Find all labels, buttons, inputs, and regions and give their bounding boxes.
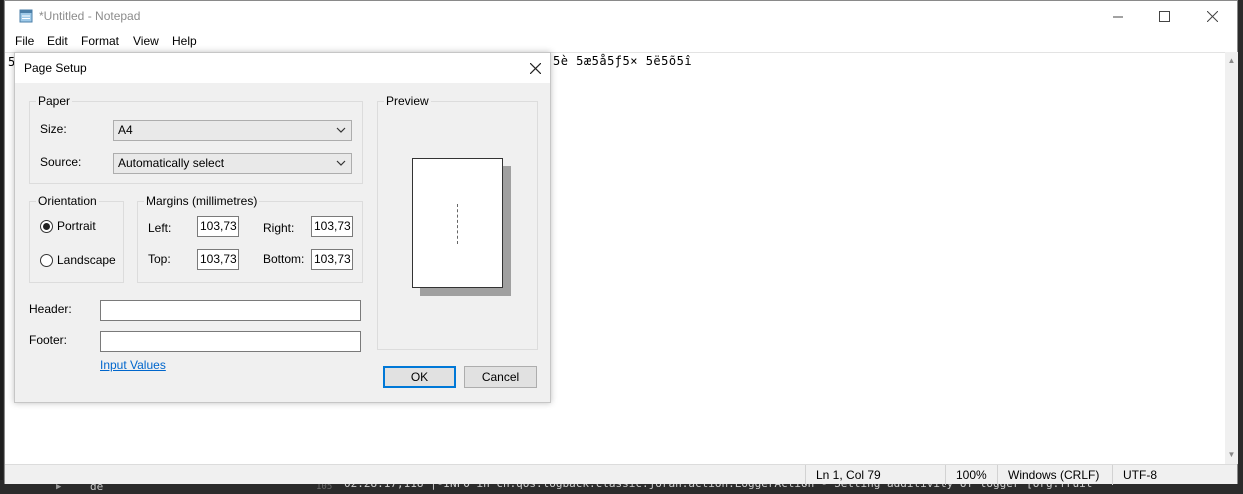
window-title: *Untitled - Notepad bbox=[39, 9, 141, 23]
footer-input[interactable] bbox=[100, 331, 361, 352]
preview-group-label: Preview bbox=[384, 94, 431, 108]
header-label: Header: bbox=[29, 302, 72, 316]
margin-left-input[interactable]: 103,73 bbox=[197, 216, 239, 237]
paper-size-value: A4 bbox=[118, 123, 133, 137]
landscape-label[interactable]: Landscape bbox=[57, 253, 116, 267]
title-bar[interactable]: *Untitled - Notepad bbox=[5, 1, 1237, 32]
dialog-close-button[interactable] bbox=[526, 59, 544, 77]
paper-group-label: Paper bbox=[36, 94, 73, 108]
landscape-radio[interactable] bbox=[40, 254, 53, 267]
vertical-scrollbar[interactable]: ▲ ▼ bbox=[1225, 52, 1238, 464]
menu-edit[interactable]: Edit bbox=[47, 34, 68, 48]
preview-group: Preview bbox=[377, 94, 538, 350]
portrait-radio[interactable] bbox=[40, 220, 53, 233]
close-button[interactable] bbox=[1189, 1, 1235, 32]
paper-source-select[interactable]: Automatically select bbox=[113, 153, 352, 174]
status-encoding: UTF-8 bbox=[1112, 465, 1239, 485]
menu-format[interactable]: Format bbox=[81, 34, 119, 48]
header-input[interactable] bbox=[100, 300, 361, 321]
cancel-button[interactable]: Cancel bbox=[464, 366, 537, 388]
margin-right-label: Right: bbox=[263, 221, 295, 235]
size-label: Size: bbox=[40, 122, 67, 136]
close-icon bbox=[1206, 11, 1218, 22]
preview-page bbox=[412, 158, 503, 288]
page-setup-dialog: Page Setup Paper Size: A4 Source: Automa… bbox=[14, 52, 551, 403]
footer-label: Footer: bbox=[29, 333, 68, 347]
menu-file[interactable]: File bbox=[15, 34, 34, 48]
margin-bottom-label: Bottom: bbox=[263, 252, 305, 266]
orientation-group-label: Orientation bbox=[36, 194, 99, 208]
margin-top-input[interactable]: 103,73 bbox=[197, 249, 239, 270]
scroll-down-icon[interactable]: ▼ bbox=[1227, 450, 1236, 459]
maximize-icon bbox=[1158, 11, 1170, 22]
status-line-ending: Windows (CRLF) bbox=[997, 465, 1112, 485]
margin-left-label: Left: bbox=[148, 221, 172, 235]
notepad-icon bbox=[19, 9, 33, 23]
dialog-title: Page Setup bbox=[24, 61, 87, 75]
chevron-down-icon bbox=[336, 127, 346, 133]
margins-group: Margins (millimetres) Left: 103,73 Right… bbox=[137, 194, 363, 283]
menu-bar: File Edit Format View Help bbox=[5, 32, 1237, 52]
menu-view[interactable]: View bbox=[133, 34, 159, 48]
dialog-title-bar[interactable]: Page Setup bbox=[15, 53, 550, 83]
minimize-button[interactable] bbox=[1095, 1, 1141, 32]
background-left-strip bbox=[0, 0, 3, 494]
editor-text: 5è 5æ5å5ƒ5× 5ë5õ5î bbox=[553, 54, 693, 68]
ok-button[interactable]: OK bbox=[383, 366, 456, 388]
menu-help[interactable]: Help bbox=[172, 34, 197, 48]
orientation-group: Orientation Portrait Landscape bbox=[29, 194, 124, 283]
margins-group-label: Margins (millimetres) bbox=[144, 194, 260, 208]
preview-text-line bbox=[457, 204, 458, 244]
margin-right-input[interactable]: 103,73 bbox=[311, 216, 353, 237]
portrait-label[interactable]: Portrait bbox=[57, 219, 96, 233]
chevron-down-icon bbox=[336, 160, 346, 166]
status-zoom: 100% bbox=[945, 465, 997, 485]
margin-bottom-input[interactable]: 103,73 bbox=[311, 249, 353, 270]
paper-source-value: Automatically select bbox=[118, 156, 225, 170]
minimize-icon bbox=[1112, 16, 1123, 18]
paper-size-select[interactable]: A4 bbox=[113, 120, 352, 141]
maximize-button[interactable] bbox=[1141, 1, 1187, 32]
paper-group: Paper Size: A4 Source: Automatically sel… bbox=[29, 94, 363, 184]
source-label: Source: bbox=[40, 155, 82, 169]
margin-top-label: Top: bbox=[148, 252, 171, 266]
scroll-up-icon[interactable]: ▲ bbox=[1227, 56, 1236, 65]
close-icon bbox=[529, 62, 541, 74]
status-cursor-position: Ln 1, Col 79 bbox=[805, 465, 945, 485]
status-bar: Ln 1, Col 79 100% Windows (CRLF) UTF-8 bbox=[5, 464, 1239, 485]
input-values-link[interactable]: Input Values bbox=[100, 358, 166, 372]
